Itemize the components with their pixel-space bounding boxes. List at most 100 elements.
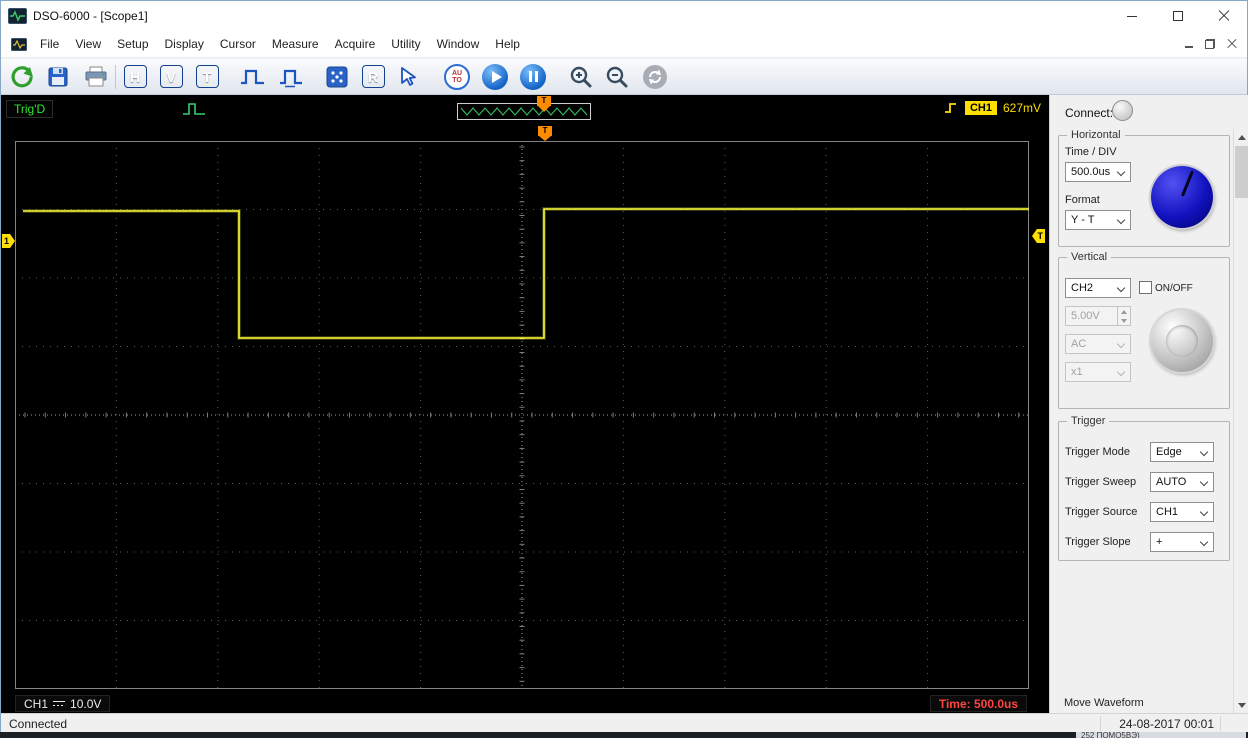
statusbar-separator-2 xyxy=(1220,716,1221,731)
trigger-setup-button[interactable]: T xyxy=(192,62,222,92)
mdi-close-icon xyxy=(1227,39,1237,49)
time-div-dropdown[interactable]: 500.0us xyxy=(1065,162,1131,182)
app-icon xyxy=(8,8,27,24)
window-maximize-button[interactable] xyxy=(1155,1,1201,31)
spinner-arrows xyxy=(1117,307,1130,325)
menu-file[interactable]: File xyxy=(32,33,67,55)
trigger-group: Trigger Trigger Mode Edge Trigger Sweep … xyxy=(1058,421,1230,561)
autoset-button[interactable]: AU TO xyxy=(442,62,472,92)
refresh-arrow-icon xyxy=(9,64,35,90)
pause-button[interactable] xyxy=(518,62,548,92)
scrollbar-thumb[interactable] xyxy=(1235,146,1248,198)
menu-utility[interactable]: Utility xyxy=(383,33,428,55)
panel-scrollbar[interactable] xyxy=(1233,129,1248,713)
trigger-source-label: Trigger Source xyxy=(1065,506,1137,518)
mdi-restore-button[interactable] xyxy=(1205,39,1215,49)
recycle-button[interactable] xyxy=(640,62,670,92)
mdi-minimize-button[interactable] xyxy=(1185,40,1193,48)
titlebar[interactable]: DSO-6000 - [Scope1] xyxy=(1,1,1247,31)
scope-graticule xyxy=(15,141,1029,689)
mdi-minimize-icon xyxy=(1185,46,1193,48)
background-window-strip xyxy=(0,732,1248,738)
trigger-level-marker[interactable]: T xyxy=(1032,229,1045,243)
zoom-in-button[interactable] xyxy=(566,62,596,92)
trigger-mode-dropdown[interactable]: Edge xyxy=(1150,442,1214,462)
menubar: File View Setup Display Cursor Measure A… xyxy=(1,31,1247,58)
trigger-source-dropdown[interactable]: CH1 xyxy=(1150,502,1214,522)
run-button[interactable] xyxy=(480,62,510,92)
printer-icon xyxy=(83,65,109,89)
r-button[interactable]: R xyxy=(358,62,388,92)
trigger-level-value: 627mV xyxy=(1003,101,1041,115)
trigger-source-badge: CH1 xyxy=(965,101,997,115)
close-icon xyxy=(1218,10,1230,22)
trigger-sweep-label: Trigger Sweep xyxy=(1065,476,1136,488)
vertical-setup-button[interactable]: V xyxy=(156,62,186,92)
format-label: Format xyxy=(1065,194,1100,206)
save-button[interactable] xyxy=(43,62,73,92)
trigger-sweep-dropdown[interactable]: AUTO xyxy=(1150,472,1214,492)
volts-div-spinner: 5.00V xyxy=(1065,306,1131,326)
print-button[interactable] xyxy=(81,62,111,92)
ch1-waveform xyxy=(23,209,1029,338)
waveform-position-preview xyxy=(457,103,591,120)
connect-label: Connect: xyxy=(1065,106,1113,120)
channel-select-dropdown[interactable]: CH2 xyxy=(1065,278,1131,298)
cursor-arrow-icon xyxy=(397,65,421,89)
acquisition-pulse-icon xyxy=(181,99,207,122)
menu-display[interactable]: Display xyxy=(157,33,212,55)
onoff-label: ON/OFF xyxy=(1155,283,1193,294)
scope-status-strip: Trig'D T CH1 627mV xyxy=(1,95,1049,123)
display-dots-button[interactable] xyxy=(322,62,352,92)
connect-refresh-button[interactable] xyxy=(7,62,37,92)
window-minimize-button[interactable] xyxy=(1109,1,1155,31)
menu-cursor[interactable]: Cursor xyxy=(212,33,264,55)
zoom-out-button[interactable] xyxy=(602,62,632,92)
mdi-close-button[interactable] xyxy=(1227,39,1237,49)
vertical-knob[interactable] xyxy=(1151,310,1213,372)
vertical-group: Vertical CH2 ON/OFF 5.00V AC x1 xyxy=(1058,257,1230,409)
window-close-button[interactable] xyxy=(1201,1,1247,31)
menu-view[interactable]: View xyxy=(67,33,109,55)
pulse-button-1[interactable] xyxy=(238,62,268,92)
trigger-position-label: T xyxy=(537,96,551,106)
trigger-mode-label: Trigger Mode xyxy=(1065,446,1130,458)
toolbar-separator xyxy=(115,65,116,89)
channel1-volts-per-div: 10.0V xyxy=(70,697,101,711)
horizontal-knob[interactable] xyxy=(1151,166,1213,228)
trigger-position-marker[interactable]: T xyxy=(537,96,551,112)
auto-icon: AU TO xyxy=(444,64,470,90)
channel1-position-marker[interactable]: 1 xyxy=(2,234,15,248)
knob-pointer xyxy=(1181,170,1194,196)
minimize-icon xyxy=(1127,16,1137,17)
scope-document-icon xyxy=(11,38,27,51)
play-icon xyxy=(482,64,508,90)
toolbar: H V T R AU TO xyxy=(1,58,1247,95)
zoom-out-icon xyxy=(604,64,630,90)
horizontal-group-title: Horizontal xyxy=(1067,129,1125,141)
trigger-group-title: Trigger xyxy=(1067,415,1109,427)
scrollbar-down-button[interactable] xyxy=(1234,697,1248,713)
scrollbar-up-button[interactable] xyxy=(1234,129,1248,145)
trigger-time-marker[interactable]: T xyxy=(538,126,552,141)
vertical-group-title: Vertical xyxy=(1067,251,1111,263)
cursor-button[interactable] xyxy=(394,62,424,92)
format-dropdown[interactable]: Y - T xyxy=(1065,210,1131,230)
horizontal-setup-button[interactable]: H xyxy=(120,62,150,92)
connection-status: Connected xyxy=(9,717,67,731)
menu-measure[interactable]: Measure xyxy=(264,33,327,55)
pause-icon xyxy=(520,64,546,90)
trigger-slope-dropdown[interactable]: + xyxy=(1150,532,1214,552)
pulse-icon xyxy=(239,65,267,89)
window-controls xyxy=(1109,1,1247,31)
menu-setup[interactable]: Setup xyxy=(109,33,156,55)
r-button-label: R xyxy=(362,65,385,88)
menu-window[interactable]: Window xyxy=(429,33,488,55)
menu-acquire[interactable]: Acquire xyxy=(327,33,384,55)
pulse-button-2[interactable] xyxy=(276,62,306,92)
connect-indicator[interactable] xyxy=(1112,100,1133,121)
channel-onoff-checkbox[interactable] xyxy=(1139,281,1152,294)
coupling-dropdown: AC xyxy=(1065,334,1131,354)
menu-help[interactable]: Help xyxy=(487,33,528,55)
spinner-up-icon xyxy=(1121,310,1127,314)
